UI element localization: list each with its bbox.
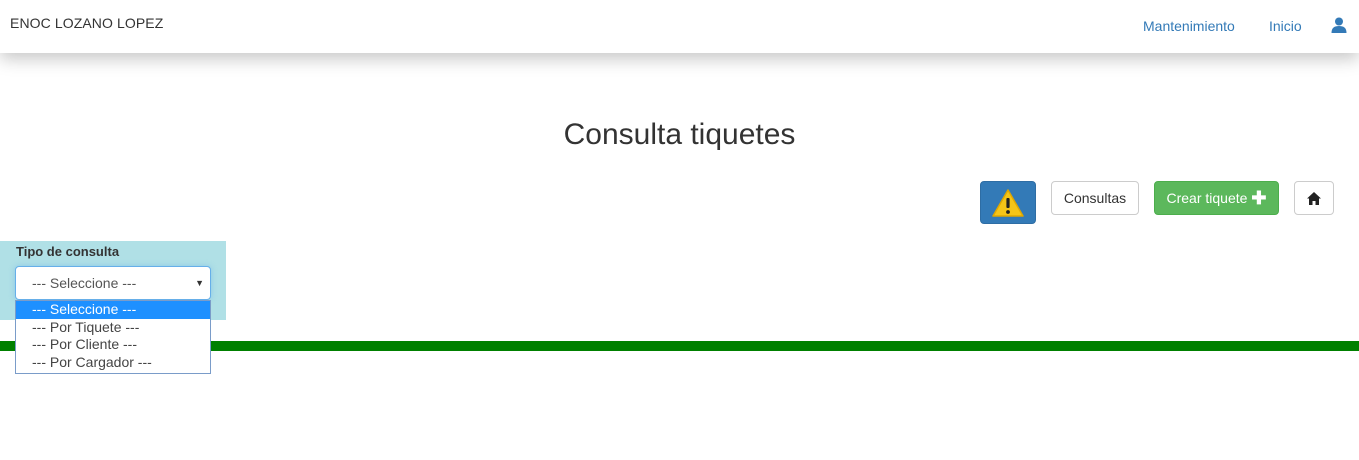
home-button[interactable] [1294,181,1334,215]
page-title: Consulta tiquetes [563,118,796,151]
option-por-tiquete[interactable]: --- Por Tiquete --- [16,319,210,337]
top-navbar: ENOC LOZANO LOPEZ Mantenimiento Inicio [0,0,1359,53]
plus-icon: ✚ [1251,188,1267,208]
nav-link-inicio[interactable]: Inicio [1269,18,1302,34]
tipo-consulta-options: --- Seleccione --- --- Por Tiquete --- -… [15,300,211,374]
consultas-button[interactable]: Consultas [1051,181,1139,215]
consultas-label: Consultas [1063,190,1127,206]
user-icon[interactable] [1331,17,1347,33]
brand-user-name: ENOC LOZANO LOPEZ [10,15,164,31]
tipo-consulta-select[interactable]: --- Seleccione --- ▼ [15,266,211,300]
tipo-consulta-label: Tipo de consulta [16,244,120,259]
option-por-cliente[interactable]: --- Por Cliente --- [16,336,210,354]
select-current-value: --- Seleccione --- [32,275,137,291]
alert-button[interactable] [980,181,1036,224]
crear-tiquete-button[interactable]: Crear tiquete ✚ [1154,181,1279,215]
chevron-down-icon: ▼ [195,278,204,288]
nav-link-mantenimiento[interactable]: Mantenimiento [1143,18,1235,34]
option-seleccione[interactable]: --- Seleccione --- [16,301,210,319]
option-por-cargador[interactable]: --- Por Cargador --- [16,354,210,372]
home-icon [1307,191,1321,205]
warning-icon [992,188,1024,217]
crear-tiquete-label: Crear tiquete [1166,190,1248,206]
